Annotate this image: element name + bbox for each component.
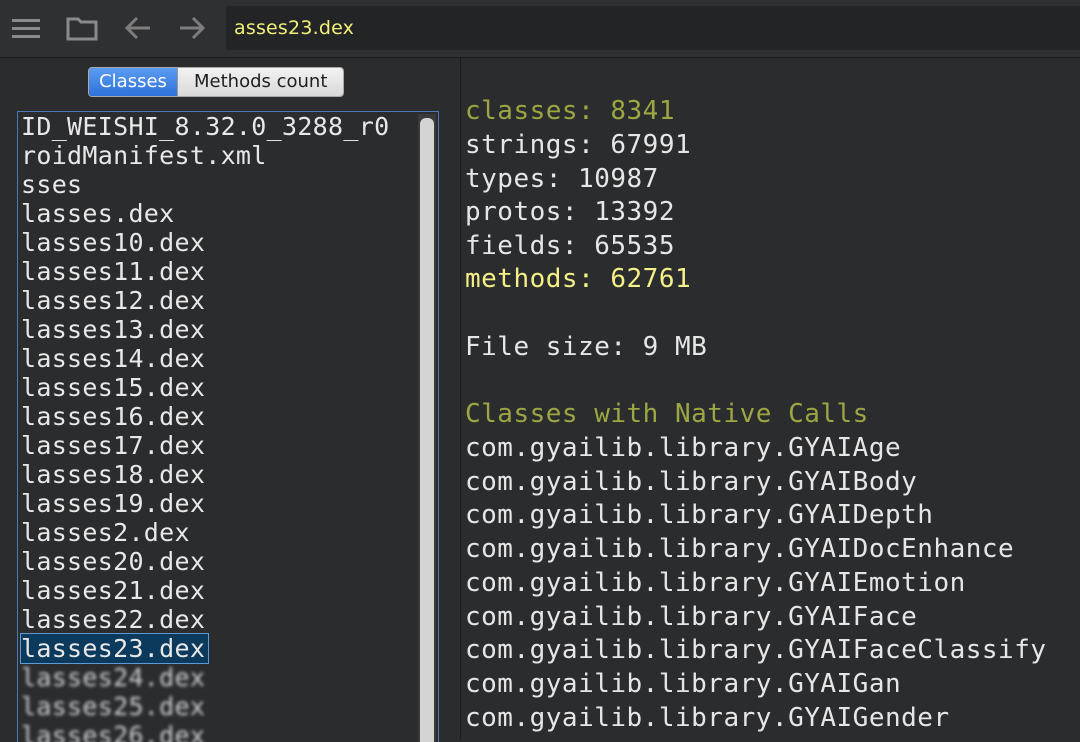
file-list-item-label: lasses19.dex [21, 489, 206, 518]
native-class-item: com.gyailib.library.GYAIBody [465, 466, 918, 497]
file-list-item-label: lasses13.dex [21, 315, 206, 344]
file-list-item[interactable]: lasses24.dex [18, 663, 438, 692]
stat-classes: classes: 8341 [465, 96, 675, 126]
native-class-item: com.gyailib.library.GYAIDocEnhance [465, 534, 1015, 565]
file-list-item-label: lasses16.dex [21, 402, 206, 431]
file-list-item-label: ID_WEISHI_8.32.0_3288_r0 [21, 112, 390, 141]
classes-tab[interactable]: Classes [89, 68, 177, 96]
native-class-item: com.gyailib.library.GYAIAge [465, 433, 902, 463]
file-list-item[interactable]: lasses12.dex [18, 286, 438, 315]
stat-types: types: 10987 [465, 164, 659, 194]
toolbar: asses23.dex [0, 0, 1080, 58]
hamburger-menu-icon[interactable] [9, 11, 43, 45]
file-list-item-label: lasses18.dex [21, 460, 206, 489]
file-list-item-label: lasses15.dex [21, 373, 206, 402]
native-class-item: com.gyailib.library.GYAIFaceClassify [465, 635, 1047, 666]
file-list-item[interactable]: lasses17.dex [18, 431, 438, 460]
native-class-item: com.gyailib.library.GYAIGender [465, 702, 950, 733]
arrow-right-icon[interactable] [175, 11, 209, 45]
file-list-item[interactable]: roidManifest.xml [18, 141, 438, 170]
file-list-item[interactable]: lasses.dex [18, 199, 438, 228]
file-list-item[interactable]: lasses14.dex [18, 344, 438, 373]
file-list-item[interactable]: lasses15.dex [18, 373, 438, 402]
file-list-item-label: lasses.dex [21, 199, 175, 228]
file-list-item-label: lasses2.dex [21, 518, 190, 547]
file-list-item[interactable]: lasses11.dex [18, 257, 438, 286]
file-list-item-label: lasses11.dex [21, 257, 206, 286]
file-list-item[interactable]: lasses18.dex [18, 460, 438, 489]
file-list-item[interactable]: lasses10.dex [18, 228, 438, 257]
stat-fields: fields: 65535 [465, 231, 675, 261]
file-list-item-label: lasses23.dex [19, 633, 210, 664]
native-calls-heading: Classes with Native Calls [465, 399, 869, 429]
file-list-item[interactable]: lasses22.dex [18, 605, 438, 634]
file-list-item-label: sses [21, 170, 83, 199]
stat-methods: methods: 62761 [465, 264, 692, 294]
file-list-item[interactable]: lasses21.dex [18, 576, 438, 605]
file-list-item[interactable]: lasses25.dex [18, 692, 438, 721]
path-text: asses23.dex [234, 17, 355, 39]
file-list-item-label: lasses14.dex [21, 344, 206, 373]
view-segmented-control: Classes Methods count [88, 67, 345, 97]
info-panel: classes: 8341 strings: 67991 types: 1098… [461, 58, 1080, 739]
stat-protos: protos: 13392 [465, 197, 675, 227]
native-class-item: com.gyailib.library.GYAIDepth [465, 500, 934, 531]
file-list-item-label: lasses20.dex [21, 547, 206, 576]
file-list-item-label: lasses12.dex [21, 286, 206, 315]
stat-file-size: File size: 9 MB [465, 332, 708, 362]
file-list-scrollbar[interactable] [418, 114, 436, 742]
file-list-item-label: lasses24.dex [21, 663, 206, 692]
file-list-rows: ID_WEISHI_8.32.0_3288_r0 roidManifest.xml… [18, 112, 438, 742]
native-class-item: com.gyailib.library.GYAIFace [465, 601, 918, 632]
scrollbar-thumb[interactable] [420, 118, 434, 742]
file-list-item[interactable]: lasses20.dex [18, 547, 438, 576]
native-class-item: com.gyailib.library.GYAIEmotion [465, 567, 966, 598]
file-list-item-label: lasses17.dex [21, 431, 206, 460]
arrow-left-icon[interactable] [121, 11, 155, 45]
file-list-item[interactable]: lasses13.dex [18, 315, 438, 344]
left-panel: Classes Methods count ID_WEISHI_8.32.0_3… [0, 58, 461, 742]
methods-count-tab[interactable]: Methods count [177, 68, 344, 96]
file-list-item[interactable]: sses [18, 170, 438, 199]
native-class-item: com.gyailib.library.GYAIGan [465, 668, 902, 699]
file-list-item[interactable]: lasses2.dex [18, 518, 438, 547]
file-list-item[interactable]: ID_WEISHI_8.32.0_3288_r0 [18, 112, 438, 141]
stat-strings: strings: 67991 [465, 130, 692, 160]
file-list-item-label: roidManifest.xml [21, 141, 267, 170]
file-list-item[interactable]: lasses19.dex [18, 489, 438, 518]
file-list-item-label: lasses22.dex [21, 605, 206, 634]
file-list-item[interactable]: lasses16.dex [18, 402, 438, 431]
file-list-item-label: lasses25.dex [21, 692, 206, 721]
folder-icon[interactable] [65, 11, 99, 45]
file-list[interactable]: ID_WEISHI_8.32.0_3288_r0 roidManifest.xml… [17, 111, 439, 742]
path-field[interactable]: asses23.dex [226, 6, 1080, 50]
file-list-item-label: lasses21.dex [21, 576, 206, 605]
file-list-item-label: lasses10.dex [21, 228, 206, 257]
file-list-item[interactable]: lasses23.dex [18, 633, 438, 664]
